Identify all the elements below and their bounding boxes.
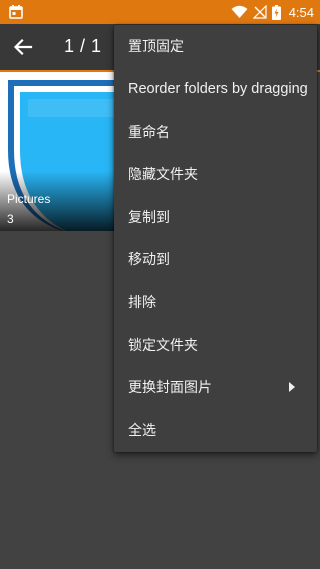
menu-item-label: 移动到 <box>128 252 170 268</box>
folder-name: Pictures <box>7 192 51 206</box>
menu-item-lock-folder[interactable]: 锁定文件夹 <box>114 324 317 366</box>
submenu-arrow-icon <box>289 382 295 392</box>
menu-item-label: Reorder folders by dragging <box>128 81 308 97</box>
menu-item-label: 全选 <box>128 423 156 439</box>
screen: 4:54 1 / 1 Pictures 3 置顶固定 Reorder folde… <box>0 0 320 569</box>
menu-item-label: 隐藏文件夹 <box>128 167 198 183</box>
menu-item-select-all[interactable]: 全选 <box>114 409 317 451</box>
menu-item-hide-folder[interactable]: 隐藏文件夹 <box>114 153 317 195</box>
back-arrow-icon[interactable] <box>12 36 34 58</box>
status-icons: 4:54 <box>231 0 314 24</box>
menu-item-pin[interactable]: 置顶固定 <box>114 25 317 67</box>
menu-item-move-to[interactable]: 移动到 <box>114 238 317 280</box>
menu-item-exclude[interactable]: 排除 <box>114 281 317 323</box>
menu-item-label: 重命名 <box>128 125 170 141</box>
folder-tile[interactable]: Pictures 3 <box>0 72 118 231</box>
menu-item-label: 排除 <box>128 295 156 311</box>
menu-item-label: 置顶固定 <box>128 39 184 55</box>
calendar-icon <box>9 5 23 19</box>
overflow-menu: 置顶固定 Reorder folders by dragging 重命名 隐藏文… <box>114 25 317 452</box>
menu-item-rename[interactable]: 重命名 <box>114 111 317 153</box>
menu-item-label: 更换封面图片 <box>128 380 212 396</box>
menu-item-reorder[interactable]: Reorder folders by dragging <box>114 68 317 110</box>
battery-charging-icon <box>271 4 281 20</box>
folder-count: 3 <box>7 212 14 226</box>
menu-item-change-cover[interactable]: 更换封面图片 <box>114 366 317 408</box>
page-counter: 1 / 1 <box>64 36 102 56</box>
wifi-icon <box>231 5 248 18</box>
menu-item-copy-to[interactable]: 复制到 <box>114 196 317 238</box>
no-signal-icon <box>252 5 267 19</box>
status-bar: 4:54 <box>0 0 320 24</box>
clock: 4:54 <box>288 4 314 20</box>
menu-item-label: 复制到 <box>128 210 170 226</box>
menu-item-label: 锁定文件夹 <box>128 338 198 354</box>
